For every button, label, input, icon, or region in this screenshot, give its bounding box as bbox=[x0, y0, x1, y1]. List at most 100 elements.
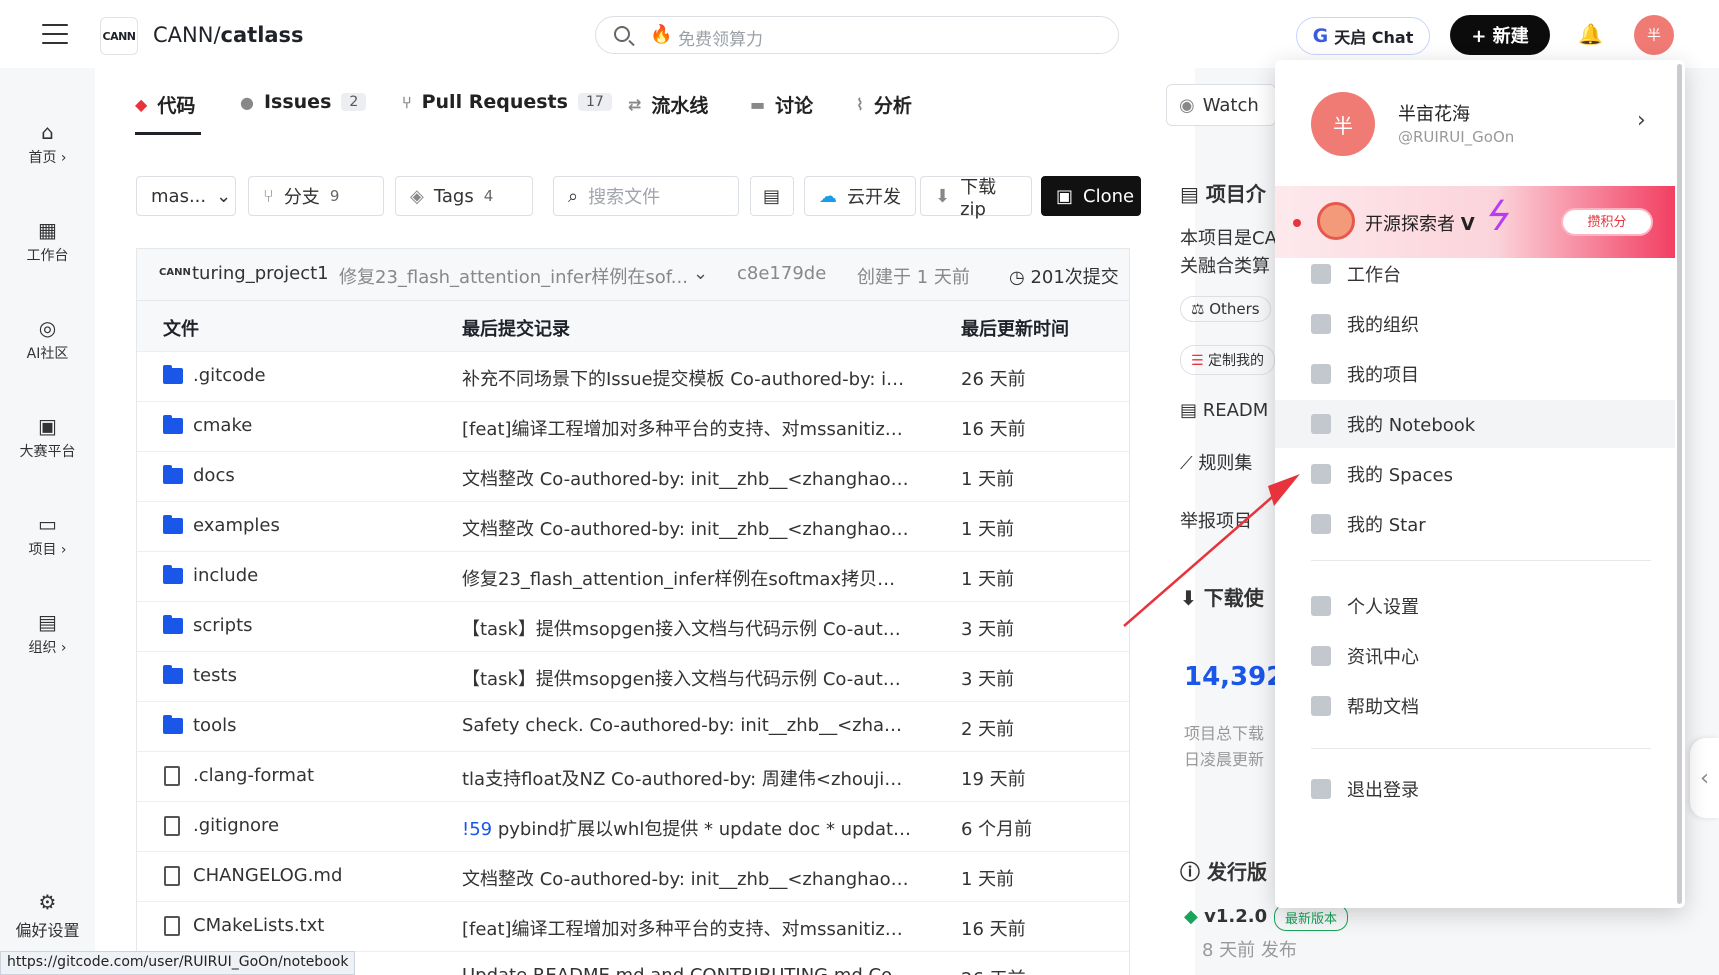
nav-projects[interactable]: ▭ 项目 › bbox=[0, 512, 95, 559]
dropdown-item[interactable]: 个人设置 bbox=[1311, 582, 1651, 630]
file-name[interactable]: docs bbox=[193, 465, 433, 486]
table-row[interactable]: cmake [feat]编译工程增加对多种平台的支持、对mssanitizer..… bbox=[137, 401, 1129, 451]
watch-button[interactable]: ◉ Watch bbox=[1166, 84, 1276, 126]
branches-button[interactable]: ⑂ 分支 9 bbox=[248, 176, 384, 216]
chevron-down-icon[interactable]: ⌄ bbox=[693, 263, 708, 284]
pr-link[interactable]: !59 bbox=[462, 819, 492, 840]
commit-message[interactable]: 【task】提供msopgen接入文档与代码示例 Co-author... bbox=[462, 615, 912, 641]
commit-message[interactable]: 文档整改 Co-authored-by: init__zhb__<zhangha… bbox=[462, 465, 912, 491]
dropdown-avatar[interactable]: 半 bbox=[1311, 92, 1375, 156]
table-row[interactable]: .gitignore !59 pybind扩展以whl包提供 * update d… bbox=[137, 801, 1129, 851]
file-name[interactable]: cmake bbox=[193, 415, 433, 436]
file-name[interactable]: CHANGELOG.md bbox=[193, 865, 433, 886]
dropdown-scrollbar[interactable] bbox=[1677, 64, 1682, 904]
nav-preferences[interactable]: ⚙ 偏好设置 bbox=[0, 890, 95, 941]
commit-message[interactable]: tla支持float及NZ Co-authored-by: 周建伟<zhouji… bbox=[462, 765, 912, 791]
new-button[interactable]: + 新建 bbox=[1450, 15, 1550, 55]
commit-message[interactable]: !59 pybind扩展以whl包提供 * update doc * updat… bbox=[462, 815, 912, 841]
global-search-input[interactable]: 🔥 免费领算力 bbox=[595, 16, 1119, 54]
nav-orgs[interactable]: ▤ 组织 › bbox=[0, 610, 95, 657]
commit-message[interactable]: 文档整改 Co-authored-by: init__zhb__<zhangha… bbox=[462, 865, 912, 891]
dropdown-item[interactable]: 我的 Star bbox=[1311, 500, 1651, 548]
dropdown-item[interactable]: 资讯中心 bbox=[1311, 632, 1651, 680]
downloads-count: 14,392 bbox=[1184, 662, 1285, 692]
file-name[interactable]: examples bbox=[193, 515, 433, 536]
tab-analysis[interactable]: ⌇ 分析 bbox=[856, 91, 912, 118]
clone-button[interactable]: ▣ Clone bbox=[1041, 176, 1141, 216]
readme-link[interactable]: ▤ READM bbox=[1180, 400, 1268, 421]
notification-bell-icon[interactable]: 🔔 bbox=[1578, 22, 1603, 46]
file-name[interactable]: scripts bbox=[193, 615, 433, 636]
tab-discussion[interactable]: ▬ 讨论 bbox=[750, 91, 813, 118]
nav-home[interactable]: ⌂ 首页 › bbox=[0, 120, 95, 167]
dropdown-item[interactable]: 我的项目 bbox=[1311, 350, 1651, 398]
table-row[interactable]: examples 文档整改 Co-authored-by: init__zhb__… bbox=[137, 501, 1129, 551]
earn-points-button[interactable]: 攒积分 bbox=[1561, 208, 1653, 236]
commit-message[interactable]: 文档整改 Co-authored-by: init__zhb__<zhangha… bbox=[462, 515, 912, 541]
file-name[interactable]: include bbox=[193, 565, 433, 586]
file-search-input[interactable]: ⌕ 搜索文件 bbox=[553, 176, 739, 216]
file-name[interactable]: .clang-format bbox=[193, 765, 433, 786]
table-row[interactable]: .gitcode 补充不同场景下的Issue提交模板 Co-authored-by… bbox=[137, 351, 1129, 401]
cloud-dev-button[interactable]: ☁ 云开发 bbox=[804, 176, 916, 216]
download-zip-button[interactable]: ⬇ 下载zip bbox=[920, 176, 1032, 220]
commit-message[interactable]: Update README.md and CONTRIBUTING.md Co-… bbox=[462, 965, 912, 975]
pipeline-icon: ⇄ bbox=[628, 95, 642, 114]
dropdown-item[interactable]: 工作台 bbox=[1311, 250, 1651, 298]
annotation-arrow bbox=[1123, 474, 1300, 627]
dropdown-item[interactable]: 我的 Spaces bbox=[1311, 450, 1651, 498]
dropdown-item[interactable]: 我的 Notebook bbox=[1275, 400, 1675, 448]
commit-hash[interactable]: c8e179de bbox=[737, 263, 826, 284]
commit-message[interactable]: 修复23_flash_attention_infer样例在sof... bbox=[339, 263, 688, 289]
collapse-panel-chevron-left-icon[interactable]: ‹ bbox=[1690, 738, 1719, 818]
dropdown-item-label: 我的 Star bbox=[1347, 515, 1426, 536]
user-avatar[interactable]: 半 bbox=[1634, 15, 1674, 55]
tab-pull-requests[interactable]: ⑂ Pull Requests 17 bbox=[402, 91, 612, 113]
tags-button[interactable]: ◈ Tags 4 bbox=[395, 176, 533, 216]
repo-title[interactable]: CANN/catlass bbox=[153, 23, 304, 47]
table-row[interactable]: scripts 【task】提供msopgen接入文档与代码示例 Co-autho… bbox=[137, 601, 1129, 651]
commit-message[interactable]: Safety check. Co-authored-by: init__zhb_… bbox=[462, 715, 912, 736]
commit-message[interactable]: 补充不同场景下的Issue提交模板 Co-authored-by: init..… bbox=[462, 365, 912, 391]
file-name[interactable]: tests bbox=[193, 665, 433, 686]
commit-message[interactable]: 【task】提供msopgen接入文档与代码示例 Co-author... bbox=[462, 665, 912, 691]
archive-button[interactable]: ▤ bbox=[750, 176, 794, 216]
commit-message[interactable]: 修复23_flash_attention_infer样例在softmax拷贝ma… bbox=[462, 565, 912, 591]
rules-link[interactable]: ⟋ 规则集 bbox=[1180, 449, 1252, 475]
commit-author[interactable]: turing_project1 bbox=[192, 263, 329, 284]
tianqi-chat-button[interactable]: G 天启 Chat bbox=[1296, 17, 1430, 55]
table-row[interactable]: docs 文档整改 Co-authored-by: init__zhb__<zha… bbox=[137, 451, 1129, 501]
dropdown-item[interactable]: 退出登录 bbox=[1311, 765, 1651, 813]
table-row[interactable]: .clang-format tla支持float及NZ Co-authored-b… bbox=[137, 751, 1129, 801]
chevron-down-icon: ⌄ bbox=[216, 185, 232, 207]
release-version[interactable]: ◆ v1.2.0 bbox=[1184, 906, 1267, 927]
dropdown-item[interactable]: 我的组织 bbox=[1311, 300, 1651, 348]
table-row[interactable]: tests 【task】提供msopgen接入文档与代码示例 Co-author.… bbox=[137, 651, 1129, 701]
nav-workbench[interactable]: ▦ 工作台 bbox=[0, 218, 95, 265]
dropdown-username[interactable]: 半亩花海 bbox=[1398, 100, 1470, 126]
tab-pipeline[interactable]: ⇄ 流水线 bbox=[628, 91, 708, 118]
tag-custom[interactable]: ☰ 定制我的 bbox=[1180, 345, 1276, 375]
table-row[interactable]: CHANGELOG.md 文档整改 Co-authored-by: init__z… bbox=[137, 851, 1129, 901]
table-row[interactable]: tools Safety check. Co-authored-by: init_… bbox=[137, 701, 1129, 751]
commit-count[interactable]: ◷ 201次提交 bbox=[1009, 263, 1119, 289]
nav-ai-community[interactable]: ◎ AI社区 bbox=[0, 316, 95, 363]
tab-code[interactable]: ◆ 代码 bbox=[135, 91, 195, 118]
nav-competition[interactable]: ▣ 大赛平台 bbox=[0, 414, 95, 461]
dropdown-item[interactable]: 帮助文档 bbox=[1311, 682, 1651, 730]
branch-select[interactable]: mas... ⌄ bbox=[136, 176, 236, 216]
tab-issues[interactable]: ● Issues 2 bbox=[240, 91, 367, 113]
commit-message[interactable]: [feat]编译工程增加对多种平台的支持、对mssanitizer... bbox=[462, 915, 912, 941]
table-row[interactable]: include 修复23_flash_attention_infer样例在soft… bbox=[137, 551, 1129, 601]
hamburger-menu-icon[interactable] bbox=[42, 24, 68, 44]
file-name[interactable]: tools bbox=[193, 715, 433, 736]
notebook-icon bbox=[1311, 414, 1331, 434]
explorer-banner[interactable]: 开源探索者 Ⅴ ϟ 攒积分 bbox=[1275, 186, 1675, 258]
file-name[interactable]: CMakeLists.txt bbox=[193, 915, 433, 936]
tag-others[interactable]: ⚖ Others bbox=[1180, 296, 1271, 322]
file-name[interactable]: .gitcode bbox=[193, 365, 433, 386]
chevron-right-icon[interactable]: › bbox=[1637, 108, 1646, 133]
table-row[interactable]: CMakeLists.txt [feat]编译工程增加对多种平台的支持、对mssa… bbox=[137, 901, 1129, 951]
commit-message[interactable]: [feat]编译工程增加对多种平台的支持、对mssanitizer... bbox=[462, 415, 912, 441]
file-name[interactable]: .gitignore bbox=[193, 815, 433, 836]
